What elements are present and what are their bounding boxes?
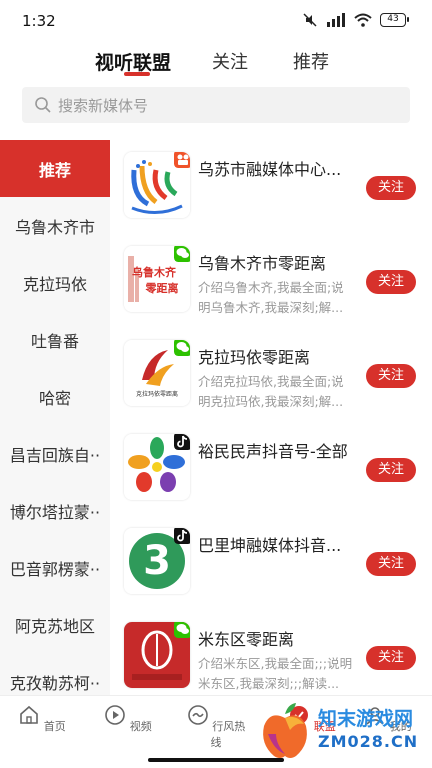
sidebar-item-urumqi[interactable]: 乌鲁木齐市 — [0, 197, 110, 254]
sidebar-item-kizilsu[interactable]: 克孜勒苏柯·· — [0, 653, 110, 695]
status-icons: 43 — [302, 12, 409, 28]
tab-alliance[interactable]: 视听联盟 — [95, 48, 171, 75]
sidebar-item-label: 昌吉回族自·· — [9, 445, 101, 465]
card-title: 巴里坤融媒体抖音... — [198, 536, 342, 555]
search-placeholder: 搜索新媒体号 — [58, 96, 149, 115]
card-description: 介绍米东区,我最全面;;;说明米东区,我最深刻;;;解读... — [198, 656, 353, 691]
wechat-badge-icon — [174, 246, 190, 262]
region-sidebar: 推荐 乌鲁木齐市 克拉玛依 吐鲁番 哈密 昌吉回族自·· 博尔塔拉蒙·· 巴音郭… — [0, 140, 110, 695]
list-item[interactable]: 乌苏市融媒体中心... 关注 — [110, 140, 432, 234]
tab-indicator — [124, 72, 150, 76]
nav-label: 首页 — [43, 720, 66, 733]
barkol-logo-icon: 3 — [124, 528, 190, 594]
sidebar-item-changji[interactable]: 昌吉回族自·· — [0, 425, 110, 482]
home-indicator — [148, 758, 284, 762]
card-title: 乌苏市融媒体中心... — [198, 160, 342, 179]
sidebar-item-label: 克孜勒苏柯·· — [9, 673, 101, 693]
nav-label: 行风热线 — [210, 720, 246, 749]
sidebar-item-bayingolin[interactable]: 巴音郭楞蒙·· — [0, 539, 110, 596]
sidebar-item-hami[interactable]: 哈密 — [0, 368, 110, 425]
list-item[interactable]: 米东区零距离 介绍米东区,我最全面;;;说明米东区,我最深刻;;;解读... 关… — [110, 610, 432, 695]
sidebar-item-recommend[interactable]: 推荐 — [0, 140, 110, 197]
media-list: 乌苏市融媒体中心... 关注 乌鲁木齐 零距离 乌鲁木齐市零距离 介绍乌鲁木齐,… — [110, 140, 432, 695]
list-item[interactable]: 乌鲁木齐 零距离 乌鲁木齐市零距离 介绍乌鲁木齐,我最全面;说明乌鲁木齐,我最深… — [110, 234, 432, 328]
tab-recommend[interactable]: 推荐 — [293, 48, 329, 74]
top-tabs: 视听联盟 关注 推荐 — [0, 42, 432, 82]
svg-text:3: 3 — [143, 538, 171, 584]
nav-video[interactable]: 视频 — [98, 704, 158, 734]
yumin-flower-logo-icon — [124, 434, 190, 500]
karamay-zero-logo-icon: 克拉玛依零距离 — [124, 340, 190, 406]
card-description: 介绍乌鲁木齐,我最全面;说明乌鲁木齐,我最深刻;解... — [198, 280, 344, 315]
wechat-badge-icon — [174, 622, 190, 638]
svg-text:零距离: 零距离 — [145, 281, 179, 295]
svg-text:乌鲁木齐: 乌鲁木齐 — [132, 265, 177, 279]
mute-icon — [303, 13, 317, 27]
sidebar-item-label: 巴音郭楞蒙·· — [9, 559, 101, 579]
sidebar-item-turpan[interactable]: 吐鲁番 — [0, 311, 110, 368]
sidebar-item-label: 博尔塔拉蒙·· — [9, 502, 101, 522]
signal-icon — [327, 13, 345, 27]
sidebar-item-karamay[interactable]: 克拉玛依 — [0, 254, 110, 311]
list-item[interactable]: 3 巴里坤融媒体抖音... 关注 — [110, 516, 432, 610]
midong-logo-icon — [124, 622, 190, 688]
watermark: 知末游戏网 ZM028.CN — [256, 700, 426, 762]
douyin-badge-icon — [174, 528, 190, 544]
card-description: 介绍克拉玛依,我最全面;说明克拉玛依,我最深刻;解... — [198, 374, 344, 409]
card-title: 裕民民声抖音号-全部 — [198, 442, 348, 461]
wechat-badge-icon — [174, 340, 190, 356]
follow-button[interactable]: 关注 — [366, 364, 416, 388]
follow-button[interactable]: 关注 — [366, 552, 416, 576]
nav-home[interactable]: 首页 — [12, 704, 72, 734]
battery-icon: 43 — [380, 13, 409, 27]
sidebar-item-label: 克拉玛依 — [22, 274, 87, 294]
status-time: 1:32 — [22, 12, 56, 30]
play-icon — [105, 705, 126, 725]
video-badge-icon — [174, 152, 190, 168]
nav-label: 视频 — [129, 720, 152, 733]
sidebar-item-label: 吐鲁番 — [30, 331, 79, 351]
search-icon — [35, 97, 51, 113]
sidebar-item-bortala[interactable]: 博尔塔拉蒙·· — [0, 482, 110, 539]
sidebar-item-label: 乌鲁木齐市 — [14, 217, 95, 237]
sidebar-item-label: 哈密 — [38, 388, 71, 408]
follow-button[interactable]: 关注 — [366, 646, 416, 670]
card-title: 克拉玛依零距离 — [198, 348, 311, 367]
list-item[interactable]: 克拉玛依零距离 克拉玛依零距离 介绍克拉玛依,我最全面;说明克拉玛依,我最深刻;… — [110, 328, 432, 422]
card-title: 乌鲁木齐市零距离 — [198, 254, 327, 273]
tab-following[interactable]: 关注 — [212, 48, 248, 74]
hotline-icon — [187, 705, 208, 725]
follow-button[interactable]: 关注 — [366, 270, 416, 294]
svg-text:克拉玛依零距离: 克拉玛依零距离 — [136, 390, 178, 398]
follow-button[interactable]: 关注 — [366, 458, 416, 482]
sidebar-item-aksu[interactable]: 阿克苏地区 — [0, 596, 110, 653]
search-input[interactable]: 搜索新媒体号 — [22, 87, 410, 123]
sidebar-item-label: 推荐 — [38, 160, 71, 180]
wusu-logo-icon — [124, 152, 190, 218]
status-bar: 1:32 43 — [0, 0, 432, 42]
home-icon — [20, 705, 39, 724]
urumqi-zero-logo-icon: 乌鲁木齐 零距离 — [124, 246, 190, 312]
follow-button[interactable]: 关注 — [366, 176, 416, 200]
sidebar-item-label: 阿克苏地区 — [14, 616, 95, 636]
watermark-url: ZM028.CN — [318, 732, 419, 751]
douyin-badge-icon — [174, 434, 190, 450]
apple-logo-icon — [263, 703, 307, 758]
list-item[interactable]: 裕民民声抖音号-全部 关注 — [110, 422, 432, 516]
watermark-text: 知末游戏网 — [318, 708, 414, 730]
card-title: 米东区零距离 — [198, 630, 295, 649]
wifi-icon — [354, 13, 372, 27]
nav-hotline[interactable]: 行风热线 — [186, 704, 246, 750]
